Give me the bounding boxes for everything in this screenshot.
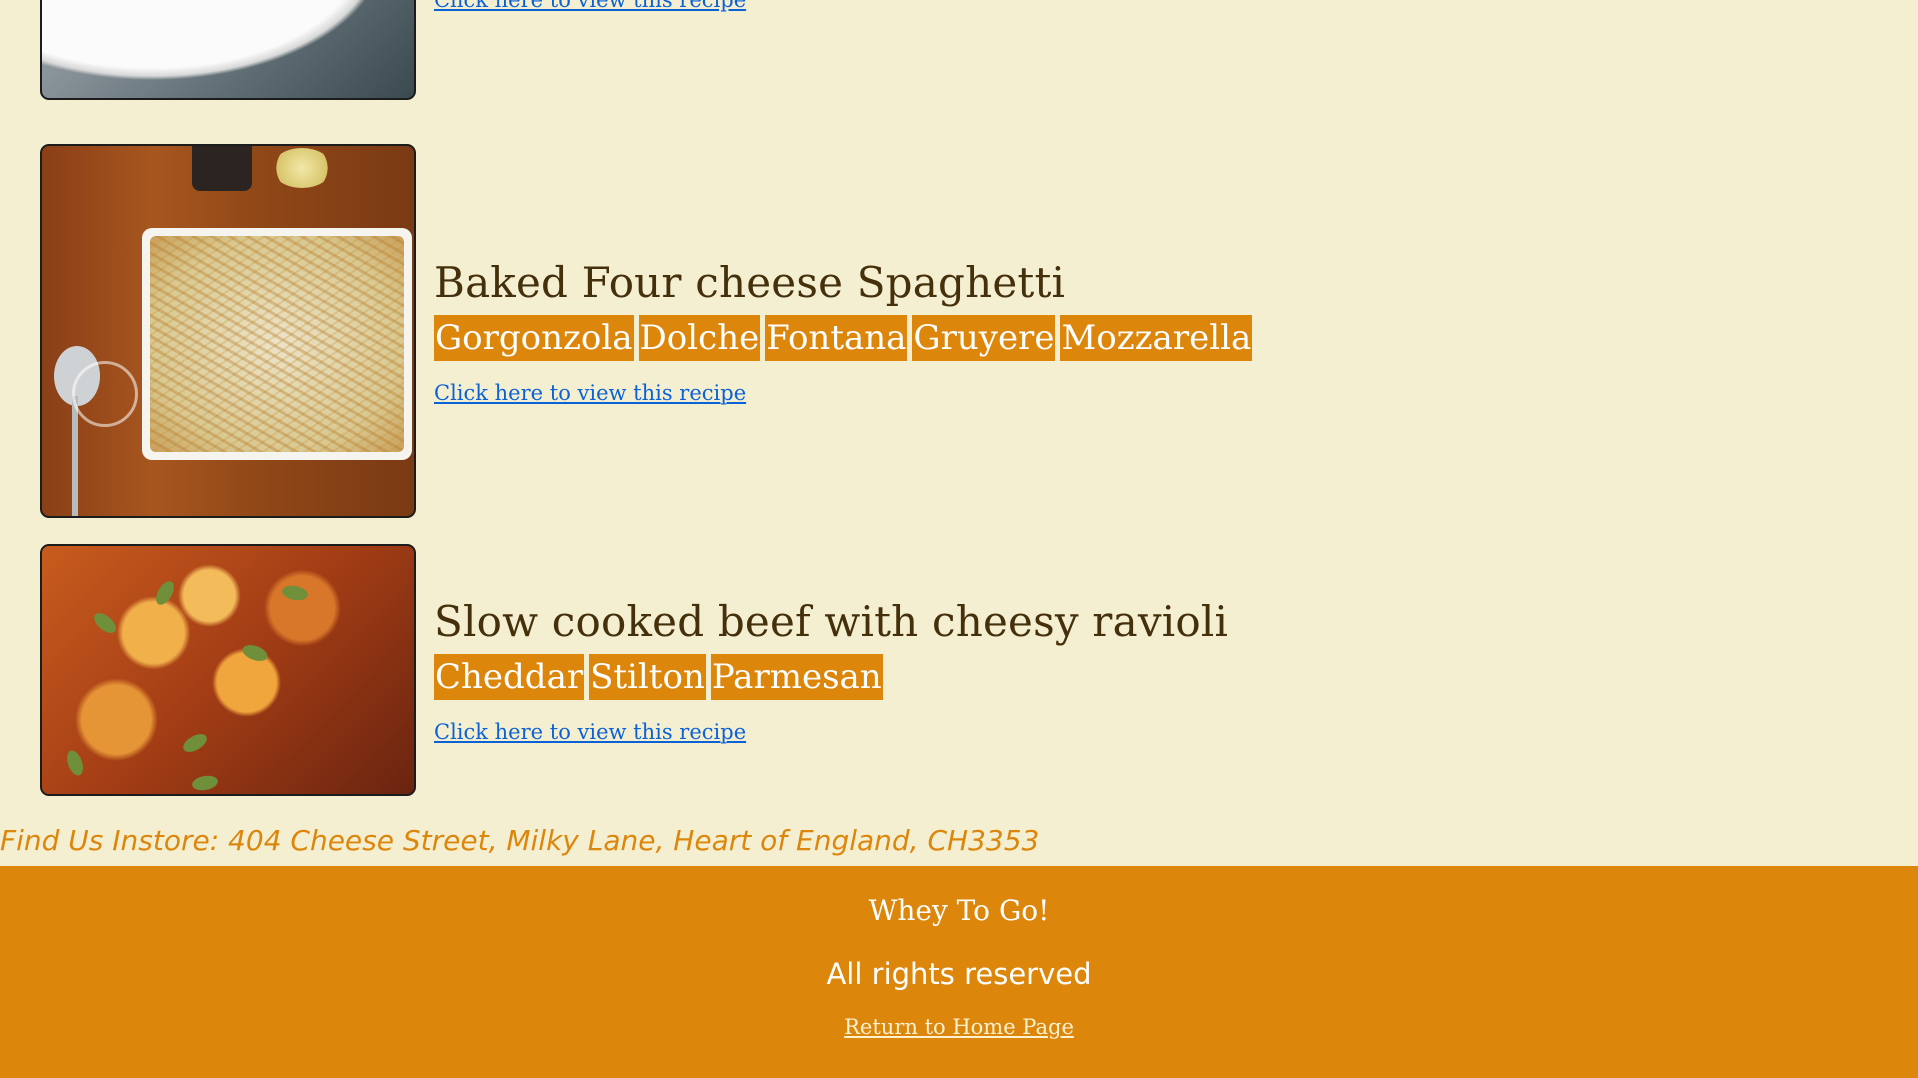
cheese-tag: Mozzarella (1060, 314, 1253, 361)
recipe-info: Baked Four cheese Spaghetti Gorgonzola D… (434, 257, 1253, 405)
footer-brand: Whey To Go! (868, 894, 1050, 927)
page: Click here to view this recipe Baked Fou… (0, 0, 1918, 1078)
spaghetti-graphic (150, 236, 404, 452)
recipe-link-previous[interactable]: Click here to view this recipe (434, 0, 746, 12)
recipe-image-ravioli (40, 544, 416, 796)
recipe-title: Slow cooked beef with cheesy ravioli (434, 596, 1229, 646)
cheese-tags: Gorgonzola Dolche Fontana Gruyere Mozzar… (434, 314, 1253, 361)
recipe-title: Baked Four cheese Spaghetti (434, 257, 1066, 307)
recipe-info: Slow cooked beef with cheesy ravioli Che… (434, 597, 1228, 744)
wine-bottle-graphic (192, 146, 252, 191)
cheese-tag: Parmesan (710, 653, 883, 700)
footer-rights: All rights reserved (826, 957, 1092, 991)
cheese-tag: Fontana (765, 314, 908, 361)
sage-leaf-graphic (90, 609, 120, 637)
cheese-tags: Cheddar Stilton Parmesan (434, 653, 1228, 700)
water-glass-graphic (72, 361, 138, 427)
cheese-tag: Stilton (589, 653, 706, 700)
recipe-image-spaghetti (40, 144, 416, 518)
cheese-tag: Dolche (638, 314, 761, 361)
home-page-link[interactable]: Return to Home Page (844, 1015, 1074, 1039)
recipe-card: Baked Four cheese Spaghetti Gorgonzola D… (40, 144, 1253, 518)
sage-leaf-graphic (190, 773, 220, 793)
sage-leaf-graphic (180, 730, 210, 756)
sage-leaf-graphic (240, 641, 270, 665)
recipe-card: Slow cooked beef with cheesy ravioli Che… (40, 544, 1228, 796)
recipe-link[interactable]: Click here to view this recipe (434, 720, 746, 744)
sage-leaf-graphic (152, 578, 178, 608)
cheese-tag: Gorgonzola (434, 314, 634, 361)
wine-glass-graphic (272, 148, 332, 188)
sage-leaf-graphic (63, 748, 87, 778)
cheese-tag: Cheddar (434, 653, 585, 700)
cheese-tag: Gruyere (912, 314, 1056, 361)
sage-leaf-graphic (280, 583, 310, 603)
baking-dish-graphic (142, 228, 412, 460)
store-address: Find Us Instore: 404 Cheese Street, Milk… (0, 824, 1040, 857)
recipe-card-previous (40, 0, 416, 100)
site-footer: Whey To Go! All rights reserved Return t… (0, 866, 1918, 1078)
recipe-image-cake (40, 0, 416, 100)
recipe-link[interactable]: Click here to view this recipe (434, 381, 746, 405)
ladle-handle-graphic (72, 396, 78, 516)
